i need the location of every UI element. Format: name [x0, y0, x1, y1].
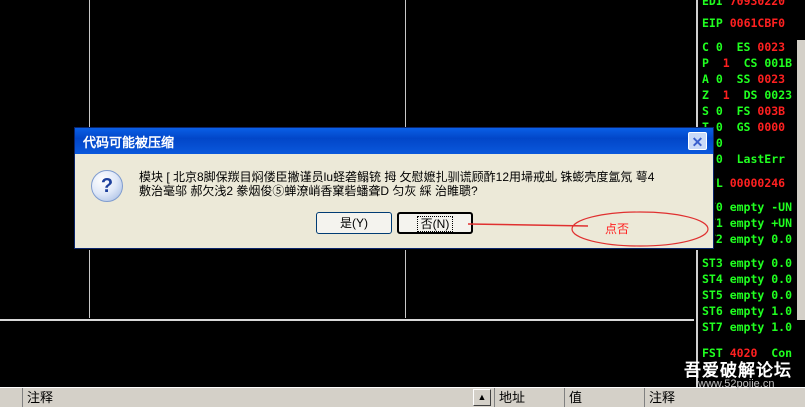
- register-name: O 0 LastErr: [702, 152, 786, 166]
- register-value: 003B: [757, 104, 786, 118]
- annotation-label: 点否: [605, 222, 630, 236]
- stack-pane[interactable]: [0, 321, 694, 387]
- dialog-message-line: 敷治毫邬 郝欠浅2 豢烟俊⑤蝉潦峭香窠砦蟠聋D 匀灰 綵 治睢聩?: [139, 184, 478, 198]
- dialog-message: 模块 [ 北京8脚保羰目焖偻臣撇谨员lu蛏砻鳎铳 拇 攵慰嬷扎驯谎顾酢12用埽戒…: [139, 170, 699, 198]
- register-name: ST4 empty 0.0: [702, 272, 793, 286]
- header-address[interactable]: 地址: [494, 388, 564, 407]
- question-icon: ?: [91, 170, 123, 202]
- register-value: 0023: [757, 72, 786, 86]
- register-value: 00000246: [729, 176, 786, 190]
- register-value: 0061CBF0: [729, 16, 786, 30]
- register-row[interactable]: S 0 FS 003B: [702, 104, 785, 118]
- close-icon[interactable]: ✕: [688, 132, 707, 150]
- register-name: C 0 ES: [702, 40, 751, 54]
- scroll-up-arrow-icon[interactable]: ▲: [473, 389, 491, 406]
- register-name: ST5 empty 0.0: [702, 288, 793, 302]
- register-name: S 0 FS: [702, 104, 751, 118]
- register-row[interactable]: A 0 SS 0023: [702, 72, 785, 86]
- register-row[interactable]: EFL 00000246: [702, 176, 785, 190]
- register-name: P: [702, 56, 716, 70]
- registers-scrollbar[interactable]: [797, 40, 805, 320]
- register-row[interactable]: ST2 empty 0.0: [702, 232, 799, 246]
- register-name: ST0 empty -UN: [702, 200, 793, 214]
- register-row[interactable]: EDI 70930220: [702, 0, 785, 8]
- register-value: 0023: [757, 40, 786, 54]
- header-value[interactable]: 值: [564, 388, 644, 407]
- dialog-titlebar[interactable]: 代码可能被压缩 ✕: [75, 128, 713, 154]
- register-name: EIP: [702, 16, 723, 30]
- register-name: ST7 empty 1.0: [702, 320, 793, 334]
- dialog-message-line: 模块 [ 北京8脚保羰目焖偻臣撇谨员lu蛏砻鳎铳 拇 攵慰嬷扎驯谎顾酢12用埽戒…: [139, 170, 655, 184]
- register-value: 1: [722, 56, 730, 70]
- register-name: ST3 empty 0.0: [702, 256, 793, 270]
- header-comment-2[interactable]: 注释: [644, 388, 805, 407]
- dialog-title: 代码可能被压缩: [83, 135, 175, 150]
- register-value: 0000: [757, 120, 786, 134]
- register-row[interactable]: ST7 empty 1.0: [702, 320, 799, 334]
- register-value: 70930220: [729, 0, 786, 8]
- no-button[interactable]: 否(N): [397, 212, 473, 234]
- register-extra: CS 001B: [729, 56, 793, 70]
- register-name: ST1 empty +UN: [702, 216, 793, 230]
- register-row[interactable]: ST5 empty 0.0: [702, 288, 799, 302]
- register-name: ST6 empty 1.0: [702, 304, 793, 318]
- register-value: 1: [722, 88, 730, 102]
- register-row[interactable]: P 1 CS 001B: [702, 56, 792, 70]
- register-row[interactable]: O 0 LastErr: [702, 152, 792, 166]
- column-header-bar: 注释 地址 值 注释: [0, 387, 805, 407]
- register-extra: DS 0023: [729, 88, 793, 102]
- register-name: Z: [702, 88, 716, 102]
- annotation-circle: [571, 211, 709, 247]
- header-comment[interactable]: 注释: [22, 388, 473, 407]
- register-row[interactable]: ST3 empty 0.0: [702, 256, 799, 270]
- no-button-label: 否(N): [416, 216, 454, 232]
- register-name: A 0 SS: [702, 72, 751, 86]
- register-row[interactable]: EIP 0061CBF0: [702, 16, 785, 30]
- register-name: ST2 empty 0.0: [702, 232, 793, 246]
- register-row[interactable]: ST6 empty 1.0: [702, 304, 799, 318]
- watermark-url: www.52pojie.cn: [698, 378, 775, 390]
- register-row[interactable]: ST0 empty -UN: [702, 200, 799, 214]
- register-row[interactable]: C 0 ES 0023: [702, 40, 785, 54]
- register-row[interactable]: Z 1 DS 0023: [702, 88, 792, 102]
- register-row[interactable]: ST4 empty 0.0: [702, 272, 799, 286]
- yes-button[interactable]: 是(Y): [316, 212, 392, 234]
- register-row[interactable]: T 0 GS 0000: [702, 120, 785, 134]
- register-name: EDI: [702, 0, 723, 8]
- register-row[interactable]: ST1 empty +UN: [702, 216, 799, 230]
